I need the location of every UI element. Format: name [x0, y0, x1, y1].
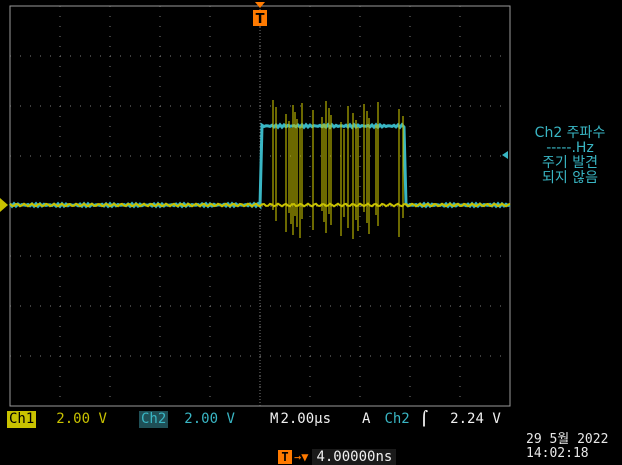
- rising-edge-icon: ⌠: [419, 411, 429, 427]
- trigger-readout[interactable]: A Ch2 ⌠ 2.24 V: [362, 410, 501, 428]
- status-bar: Ch1 2.00 V Ch2 2.00 V M 2.00µs A Ch2 ⌠ 2…: [0, 410, 518, 428]
- datetime: 29 5월 2022 14:02:18: [526, 433, 608, 461]
- ch2-scale: 2.00 V: [184, 411, 235, 427]
- trigger-level: 2.24 V: [450, 411, 501, 427]
- date-text: 29 5월 2022: [526, 432, 609, 447]
- measurement-value: -----.Hz: [546, 140, 594, 156]
- ch1-scale-readout[interactable]: Ch1 2.00 V: [7, 410, 107, 428]
- trigger-marker-label: T: [256, 12, 265, 27]
- oscilloscope-screen: T Ch2 주파수 -----.Hz 주기 발견 되지 않음 Ch1 2.00 …: [0, 0, 622, 465]
- trigger-badge: T: [278, 449, 292, 464]
- trigger-mode: A: [362, 411, 371, 427]
- ch1-scale: 2.00 V: [56, 411, 107, 427]
- trigger-arrow-icon: →▼: [294, 449, 309, 464]
- ch2-scale-readout[interactable]: Ch2 2.00 V: [139, 410, 235, 428]
- measurement-title: Ch2 주파수: [534, 125, 606, 141]
- measurement-panel: Ch2 주파수 -----.Hz 주기 발견 되지 않음: [520, 126, 620, 186]
- trigger-source: Ch2: [384, 411, 410, 427]
- measurement-status-2: 되지 않음: [542, 170, 598, 186]
- trigger-position-readout[interactable]: T →▼ 4.00000ns: [278, 448, 397, 465]
- ch2-level-marker: [502, 151, 508, 159]
- ch1-ground-marker: [0, 198, 8, 212]
- ch2-waveform: [8, 122, 511, 210]
- measurement-status-1: 주기 발견: [542, 155, 598, 171]
- timebase-readout[interactable]: M 2.00µs: [270, 410, 331, 428]
- trigger-caret-icon: [255, 2, 265, 8]
- ch1-label: Ch1: [7, 410, 37, 428]
- ch2-label: Ch2: [139, 410, 169, 428]
- trigger-delay: 4.00000ns: [312, 448, 397, 465]
- timebase-value: 2.00µs: [280, 411, 332, 427]
- time-text: 14:02:18: [526, 446, 589, 461]
- waveform-display: T: [0, 2, 511, 407]
- timebase-prefix: M: [270, 411, 279, 427]
